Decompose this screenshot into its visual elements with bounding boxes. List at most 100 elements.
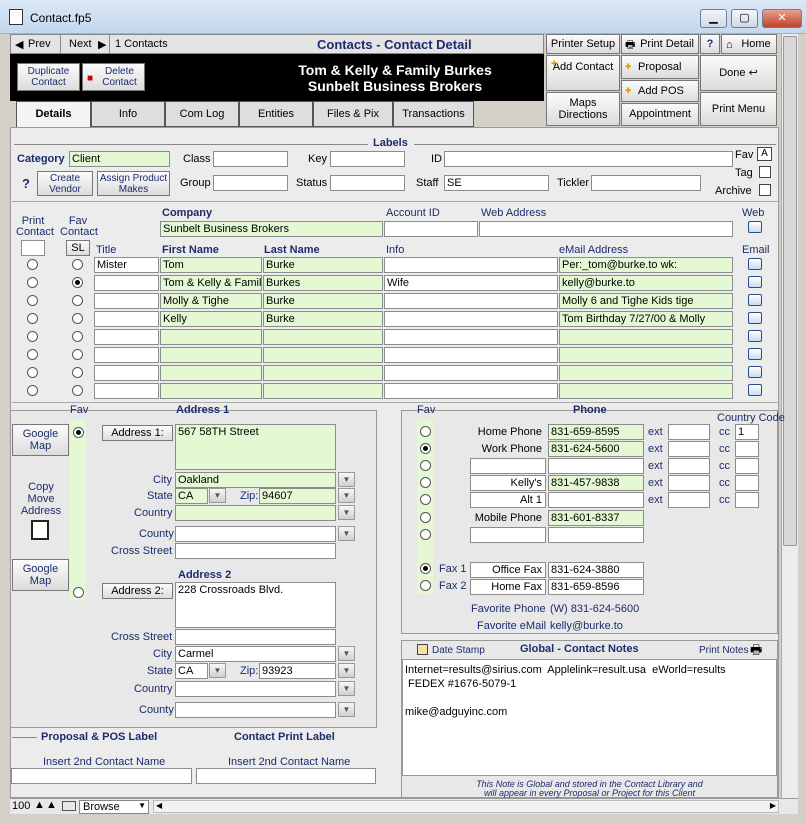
county1-dropdown[interactable]: ▼	[338, 526, 355, 541]
county2-field[interactable]	[175, 702, 336, 718]
phone-label-field[interactable]	[470, 527, 546, 543]
fav-a-button[interactable]: A	[757, 147, 772, 161]
country2-dropdown[interactable]: ▼	[338, 681, 355, 696]
phone-label-field[interactable]	[470, 458, 546, 474]
address1-field[interactable]: 567 58TH Street	[175, 424, 336, 470]
fav-contact-radio[interactable]	[72, 313, 83, 324]
print-contact-radio[interactable]	[27, 385, 38, 396]
tab-entities[interactable]: Entities	[239, 101, 313, 127]
contact-email-field[interactable]: kelly@burke.to	[559, 275, 733, 291]
contact-info-field[interactable]	[384, 293, 558, 309]
print-contact-radio[interactable]	[27, 331, 38, 342]
archive-checkbox[interactable]	[759, 184, 771, 196]
ext-field[interactable]	[668, 458, 710, 474]
contact-last-field[interactable]	[263, 365, 383, 381]
fav-contact-radio[interactable]	[72, 349, 83, 360]
cross-street2-field[interactable]	[175, 629, 336, 645]
fav-contact-radio[interactable]	[72, 295, 83, 306]
contact-first-field[interactable]: Tom & Kelly & Family	[160, 275, 262, 291]
country-code-field[interactable]	[735, 458, 759, 474]
contact-info-field[interactable]	[384, 311, 558, 327]
email-send-icon[interactable]	[748, 294, 762, 306]
phone-fav-radio[interactable]	[420, 477, 431, 488]
google-map-button-1[interactable]: Google Map	[12, 424, 69, 456]
status-area-icon[interactable]	[62, 801, 76, 811]
contact-last-field[interactable]: Burke	[263, 311, 383, 327]
address2-button[interactable]: Address 2:	[102, 583, 173, 599]
phone-label-field[interactable]: Home Phone	[470, 424, 546, 440]
tab-files-pix[interactable]: Files & Pix	[313, 101, 393, 127]
email-send-icon[interactable]	[748, 258, 762, 270]
ext-field[interactable]	[668, 441, 710, 457]
contact-info-field[interactable]	[384, 383, 558, 399]
contact-info-field[interactable]: Wife	[384, 275, 558, 291]
phone-number-field[interactable]: 831-457-9838	[548, 475, 644, 491]
staff-field[interactable]: SE	[444, 175, 549, 191]
close-button[interactable]: ✕	[762, 9, 802, 28]
contact-email-field[interactable]	[559, 329, 733, 345]
contact-email-field[interactable]	[559, 347, 733, 363]
fax1-field[interactable]: 831-624-3880	[548, 562, 644, 578]
print-menu-button[interactable]: Print Menu	[700, 92, 777, 126]
fav-contact-radio[interactable]	[72, 385, 83, 396]
id-field[interactable]	[444, 151, 733, 167]
city2-field[interactable]: Carmel	[175, 646, 336, 662]
contact-first-field[interactable]	[160, 329, 262, 345]
duplicate-contact-button[interactable]: Duplicate Contact	[17, 63, 80, 91]
scroll-left-icon[interactable]: ◀	[156, 801, 162, 810]
add-pos-button[interactable]: + Add POS	[621, 80, 699, 102]
contact-print-label-field[interactable]	[196, 768, 376, 784]
contact-first-field[interactable]: Molly & Tighe	[160, 293, 262, 309]
phone-fav-radio[interactable]	[420, 512, 431, 523]
tab-details[interactable]: Details	[16, 101, 91, 128]
tab-transactions[interactable]: Transactions	[393, 101, 474, 127]
fax2-name-field[interactable]: Home Fax	[470, 579, 546, 595]
phone-number-field[interactable]: 831-601-8337	[548, 510, 644, 526]
county1-field[interactable]	[175, 526, 336, 542]
home-button[interactable]: ⌂ Home	[721, 34, 777, 54]
contact-title-field[interactable]	[94, 311, 159, 327]
phone-number-field[interactable]: 831-659-8595	[548, 424, 644, 440]
appointment-button[interactable]: Appointment	[621, 103, 699, 126]
company-field[interactable]: Sunbelt Business Brokers	[160, 221, 383, 237]
contact-first-field[interactable]	[160, 383, 262, 399]
scroll-thumb[interactable]	[783, 36, 797, 546]
contact-info-field[interactable]	[384, 257, 558, 273]
country1-field[interactable]	[175, 505, 336, 521]
country-code-field[interactable]	[735, 475, 759, 491]
zoom-level[interactable]: 100	[12, 800, 30, 812]
state1-dropdown[interactable]: ▼	[209, 488, 226, 503]
zoom-in-icon[interactable]: ▲	[46, 799, 57, 811]
phone-number-field[interactable]	[548, 458, 644, 474]
phone-fav-radio[interactable]	[420, 494, 431, 505]
web-link-icon[interactable]	[748, 221, 762, 233]
contact-first-field[interactable]	[160, 365, 262, 381]
state1-field[interactable]: CA	[175, 488, 208, 504]
email-send-icon[interactable]	[748, 276, 762, 288]
account-id-field[interactable]	[384, 221, 478, 237]
ext-field[interactable]	[668, 492, 710, 508]
contact-title-field[interactable]: Mister	[94, 257, 159, 273]
class-field[interactable]	[213, 151, 288, 167]
contact-last-field[interactable]	[263, 347, 383, 363]
email-send-icon[interactable]	[748, 312, 762, 324]
proposal-pos-label-field[interactable]	[11, 768, 192, 784]
delete-contact-button[interactable]: ■ Delete Contact	[82, 63, 145, 91]
contact-email-field[interactable]	[559, 383, 733, 399]
phone-number-field[interactable]	[548, 527, 644, 543]
phone-label-field[interactable]: Mobile Phone	[470, 510, 546, 526]
assign-product-makes-button[interactable]: Assign Product Makes	[97, 171, 170, 196]
phone-label-field[interactable]: Work Phone	[470, 441, 546, 457]
tab-info[interactable]: Info	[91, 101, 165, 127]
print-contact-radio[interactable]	[27, 295, 38, 306]
fax2-fav-radio[interactable]	[420, 580, 431, 591]
phone-fav-radio[interactable]	[420, 529, 431, 540]
phone-fav-radio[interactable]	[420, 443, 431, 454]
prev-button[interactable]: Prev	[28, 38, 51, 50]
scroll-right-icon[interactable]: ▶	[770, 801, 776, 810]
sl-button[interactable]: SL	[66, 240, 90, 256]
fav-contact-radio[interactable]	[72, 259, 83, 270]
proposal-button[interactable]: + Proposal	[621, 55, 699, 79]
address2-fav-radio[interactable]	[73, 587, 84, 598]
email-send-icon[interactable]	[748, 330, 762, 342]
